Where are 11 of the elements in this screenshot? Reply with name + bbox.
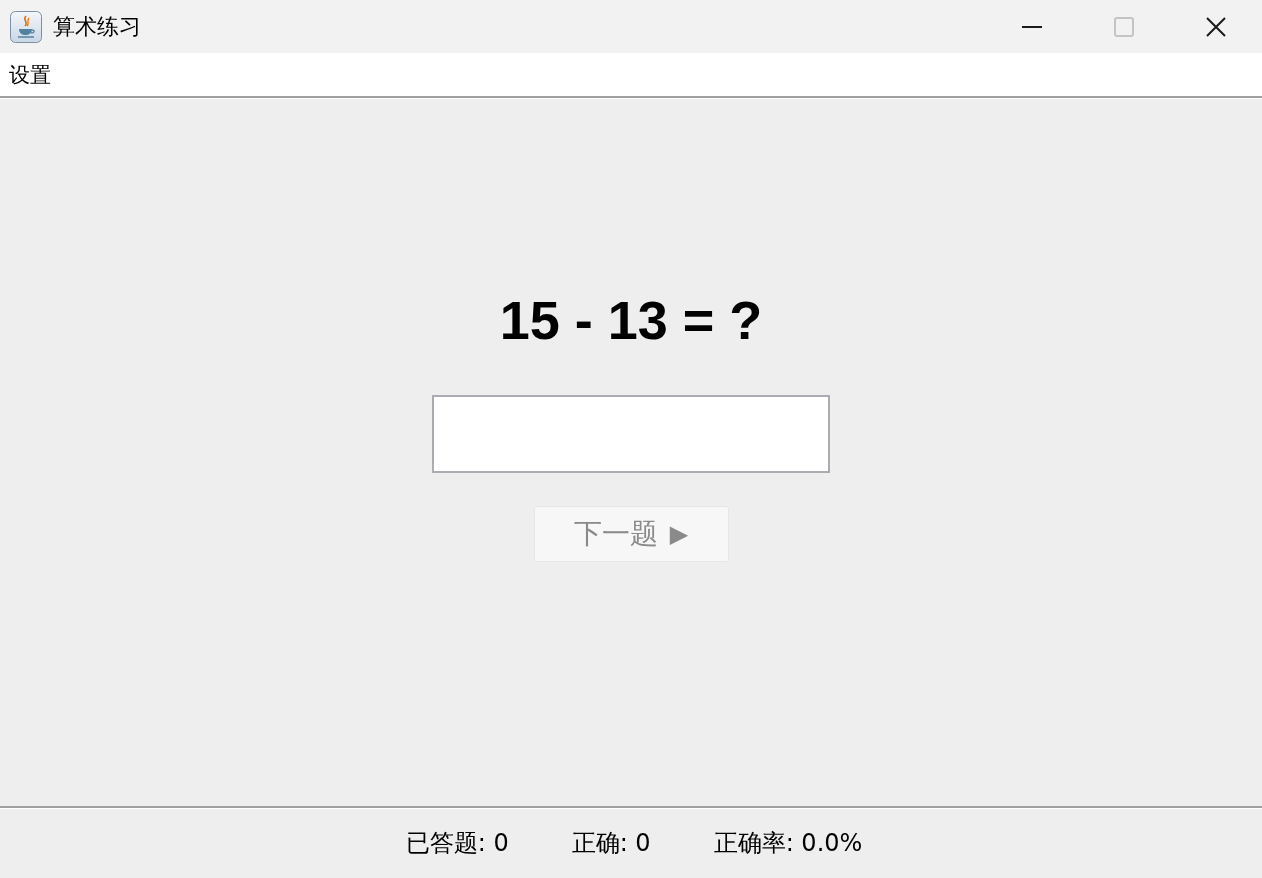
close-icon	[1206, 16, 1226, 37]
answer-field[interactable]	[432, 395, 830, 473]
menu-item[interactable]: 设置	[9, 60, 51, 89]
maximize-icon	[1114, 16, 1134, 37]
status-text: 正确: 0	[571, 828, 651, 859]
minimize-icon	[1022, 25, 1042, 28]
question-text: 15 - 13 = ?	[499, 289, 763, 352]
status-text: 已答题: 0	[405, 828, 509, 859]
status-text: 正确率: 0.0%	[713, 828, 863, 859]
coffee-cup-icon	[10, 10, 42, 43]
window-title: 算术练习	[53, 12, 141, 41]
